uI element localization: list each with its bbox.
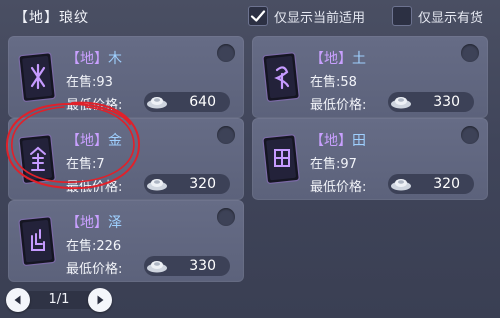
select-radio[interactable]: [217, 126, 235, 144]
price-value: 320: [189, 176, 216, 192]
select-radio[interactable]: [461, 44, 479, 62]
item-stock: 在售:58: [310, 75, 357, 90]
top-bar: 【地】琅纹 仅显示当前适用 仅显示有货: [0, 0, 500, 34]
item-stock: 在售:93: [66, 75, 113, 90]
price-bar: 320: [388, 174, 474, 194]
item-name: 【地】田: [310, 133, 366, 149]
select-radio[interactable]: [217, 44, 235, 62]
price-bar: 330: [144, 256, 230, 276]
price-label: 最低价格:: [310, 98, 367, 113]
price-label: 最低价格:: [66, 262, 123, 277]
price-value: 330: [433, 94, 460, 110]
triangle-right-icon: [97, 295, 104, 305]
field-rune-icon: [262, 130, 302, 186]
price-value: 330: [189, 258, 216, 274]
price-label: 最低价格:: [310, 180, 367, 195]
filter-in-stock[interactable]: 仅显示有货: [392, 5, 483, 27]
item-card[interactable]: 【地】木 在售:93 最低价格: 640: [8, 36, 244, 118]
filter-stock-label: 仅显示有货: [418, 10, 484, 26]
item-name: 【地】木: [66, 51, 122, 67]
marsh-rune-icon: [18, 212, 58, 268]
item-name: 【地】土: [310, 51, 366, 67]
silver-ingot-icon: [391, 179, 411, 191]
silver-ingot-icon: [147, 97, 167, 109]
checkmark-icon: [250, 10, 266, 22]
item-stock: 在售:97: [310, 157, 357, 172]
pagination: 1/1: [6, 288, 112, 312]
item-name: 【地】泽: [66, 215, 122, 231]
item-card[interactable]: 【地】田 在售:97 最低价格: 320: [252, 118, 488, 200]
item-stock: 在售:226: [66, 239, 122, 254]
next-page-button[interactable]: [88, 288, 112, 312]
price-value: 320: [433, 176, 460, 192]
item-card[interactable]: 【地】金 在售:7 最低价格: 320: [8, 118, 244, 200]
price-label: 最低价格:: [66, 180, 123, 195]
select-radio[interactable]: [461, 126, 479, 144]
filter-current-applicable[interactable]: 仅显示当前适用: [248, 5, 365, 27]
item-name: 【地】金: [66, 133, 122, 149]
select-radio[interactable]: [217, 208, 235, 226]
price-bar: 320: [144, 174, 230, 194]
item-card[interactable]: 【地】泽 在售:226 最低价格: 330: [8, 200, 244, 282]
checkbox-current-applicable[interactable]: [248, 6, 268, 26]
page-title: 【地】琅纹: [14, 10, 89, 26]
metal-rune-icon: [18, 130, 58, 186]
item-card[interactable]: 【地】土 在售:58 最低价格: 330: [252, 36, 488, 118]
silver-ingot-icon: [147, 261, 167, 273]
checkbox-in-stock[interactable]: [392, 6, 412, 26]
silver-ingot-icon: [147, 179, 167, 191]
item-stock: 在售:7: [66, 157, 105, 172]
price-value: 640: [189, 94, 216, 110]
silver-ingot-icon: [391, 97, 411, 109]
price-bar: 640: [144, 92, 230, 112]
price-bar: 330: [388, 92, 474, 112]
earth-rune-icon: [262, 48, 302, 104]
price-label: 最低价格:: [66, 98, 123, 113]
filter-current-label: 仅显示当前适用: [274, 10, 366, 26]
wood-rune-icon: [18, 48, 58, 104]
